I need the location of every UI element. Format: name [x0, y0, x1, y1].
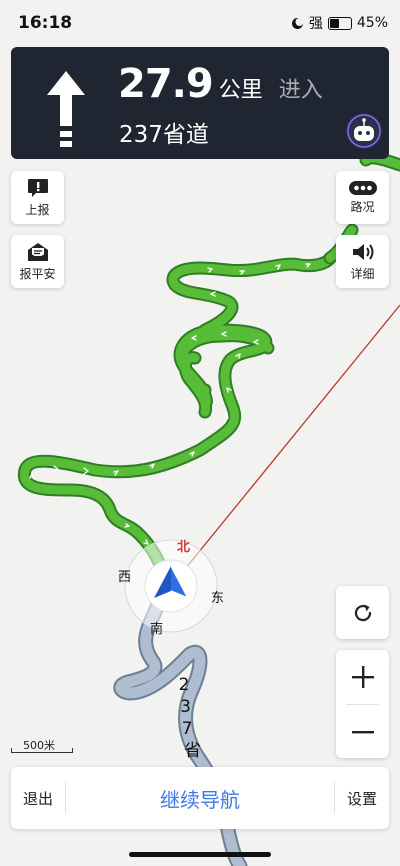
traffic-label: 路况 [350, 199, 375, 214]
continue-navigation-button[interactable]: 继续导航 [66, 784, 334, 813]
voice-detail-button[interactable]: 详细 [336, 235, 389, 288]
status-bar: 16:18 强 45% [0, 0, 400, 44]
settings-button[interactable]: 设置 [335, 788, 389, 809]
maneuver-action: 进入 [278, 78, 323, 103]
compass-south: 南 [150, 622, 164, 637]
zoom-controls [336, 650, 389, 758]
compass-north: 北 [177, 540, 191, 555]
plus-icon [351, 666, 374, 688]
road-name-label: 2 3 7 省 [174, 674, 201, 762]
safety-checkin-label: 报平安 [19, 266, 56, 281]
traffic-button[interactable]: 路况 [336, 171, 389, 224]
zoom-out-button[interactable] [336, 705, 389, 759]
road-label-char: 2 [178, 675, 190, 695]
do-not-disturb-icon [291, 17, 304, 29]
bottom-action-bar: 退出 继续导航 设置 [11, 767, 389, 829]
compass-east: 东 [211, 591, 225, 606]
next-road-name: 237省道 [119, 122, 209, 148]
voice-detail-label: 详细 [350, 266, 375, 281]
refresh-button[interactable] [336, 586, 389, 639]
refresh-icon [354, 604, 371, 621]
road-label-char: 3 [180, 697, 191, 717]
guidance-card[interactable]: 27.9 公里 进入 237省道 [11, 47, 389, 159]
minus-icon [351, 731, 374, 734]
distance-value: 27.9 [118, 61, 214, 107]
battery-icon [327, 16, 352, 30]
distance-unit: 公里 [218, 78, 263, 103]
status-time: 16:18 [18, 13, 73, 33]
home-indicator[interactable] [129, 852, 271, 857]
distance-to-turn: 27.9 公里 进入 [118, 61, 323, 107]
report-label: 上报 [25, 202, 50, 217]
safety-checkin-button[interactable]: 报平安 [11, 235, 64, 288]
speaker-icon [352, 243, 373, 260]
signal-strength: 强 [308, 16, 323, 32]
battery-level: 45% [356, 15, 388, 31]
compass-west: 西 [118, 570, 132, 585]
zoom-in-button[interactable] [336, 650, 389, 704]
road-label-char: 7 [181, 719, 193, 739]
voice-assistant-icon[interactable] [345, 112, 383, 150]
traffic-icon [348, 180, 377, 195]
exit-button[interactable]: 退出 [11, 788, 65, 809]
report-icon [27, 178, 48, 197]
envelope-icon [27, 242, 48, 261]
scale-bar [11, 748, 73, 753]
map-scale: 500米 [11, 737, 73, 753]
straight-arrow-icon [47, 71, 85, 147]
report-button[interactable]: 上报 [11, 171, 64, 224]
road-label-char: 省 [184, 741, 201, 761]
